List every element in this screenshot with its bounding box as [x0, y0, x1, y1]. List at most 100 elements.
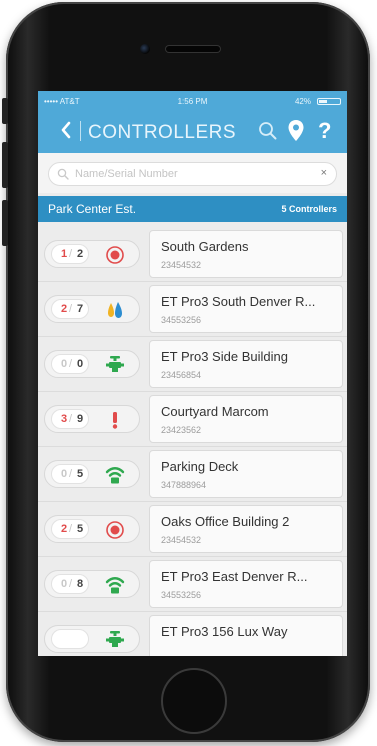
search-icon	[259, 122, 277, 140]
status-bar: ••••• AT&T 1:56 PM 42%	[38, 91, 347, 111]
app-screen: ••••• AT&T 1:56 PM 42% CONTROLLERS ? ×	[38, 91, 347, 656]
search-input[interactable]	[75, 166, 305, 182]
controller-row[interactable]: 0/0 ET Pro3 Side Building 23456854	[38, 337, 347, 392]
controller-row[interactable]: 2/ 5 Oaks Office Building 2 23454532	[38, 502, 347, 557]
status-pill[interactable]: 0/ 5	[44, 460, 140, 488]
controller-row[interactable]: / ET Pro3 156 Lux Way	[38, 612, 347, 656]
controller-name: Parking Deck	[161, 459, 239, 474]
group-name: Park Center Est.	[48, 202, 137, 216]
total-count: 7	[77, 303, 84, 315]
controller-name: Courtyard Marcom	[161, 404, 269, 419]
battery-icon	[317, 98, 341, 105]
active-count: 1	[61, 248, 68, 260]
nav-bar: CONTROLLERS ?	[38, 113, 347, 151]
controller-row[interactable]: 2/ 7 ET Pro3 South Denver R... 34553256	[38, 282, 347, 337]
active-count: 3	[61, 413, 68, 425]
controller-status: 3/ 9	[38, 392, 146, 446]
controller-status: 0/ 5	[38, 447, 146, 501]
alarm-counter: 3/ 9	[51, 409, 89, 429]
controller-status: 0/ 8	[38, 557, 146, 611]
status-pill[interactable]: 3/ 9	[44, 405, 140, 433]
controller-card[interactable]: ET Pro3 156 Lux Way	[149, 615, 343, 656]
home-button[interactable]	[161, 668, 227, 734]
controller-row[interactable]: 1/ 2 South Gardens 23454532	[38, 227, 347, 282]
status-pill[interactable]: 2/ 5	[44, 515, 140, 543]
controller-status: 0/0	[38, 337, 146, 391]
controller-list: 1/2 South Gardens 23454532 2/7 ET Pro3 South…	[38, 227, 347, 656]
counter-slash: /	[69, 358, 73, 370]
map-pin-icon	[288, 120, 304, 141]
counter-slash: /	[69, 468, 73, 480]
chevron-left-icon	[61, 121, 71, 139]
help-button[interactable]: ?	[318, 118, 331, 144]
group-header[interactable]: Park Center Est. 5 Controllers	[38, 196, 347, 222]
alarm-counter: 1/ 2	[51, 244, 89, 264]
controller-name: ET Pro3 156 Lux Way	[161, 624, 288, 639]
search-button[interactable]	[258, 121, 278, 146]
alarm-counter: /	[51, 629, 89, 649]
controller-card[interactable]: Parking Deck 347888964	[149, 450, 343, 498]
volume-up-button	[2, 142, 8, 188]
status-pill[interactable]: /	[44, 625, 140, 653]
controller-card[interactable]: ET Pro3 Side Building 23456854	[149, 340, 343, 388]
total-count: 8	[77, 578, 84, 590]
alarm-counter: 0/0	[51, 354, 89, 374]
alarm-counter: 2/ 7	[51, 299, 89, 319]
exclamation-icon	[105, 410, 125, 430]
nav-divider	[80, 121, 81, 141]
app-header: ••••• AT&T 1:56 PM 42% CONTROLLERS ?	[38, 91, 347, 153]
target-icon	[105, 245, 125, 265]
controller-name: Oaks Office Building 2	[161, 514, 290, 529]
controller-card[interactable]: ET Pro3 South Denver R... 34553256	[149, 285, 343, 333]
status-pill[interactable]: 0/0	[44, 350, 140, 378]
search-bar: ×	[38, 153, 347, 193]
map-button[interactable]	[287, 119, 305, 148]
back-button[interactable]	[60, 119, 74, 143]
wifi-icon	[105, 575, 125, 595]
counter-slash: /	[69, 578, 73, 590]
controller-card[interactable]: South Gardens 23454532	[149, 230, 343, 278]
controller-name: ET Pro3 East Denver R...	[161, 569, 308, 584]
controller-row[interactable]: 0/ 5 Parking Deck 347888964	[38, 447, 347, 502]
controller-name: ET Pro3 Side Building	[161, 349, 288, 364]
controller-card[interactable]: Oaks Office Building 2 23454532	[149, 505, 343, 553]
controller-card[interactable]: ET Pro3 East Denver R... 34553256	[149, 560, 343, 608]
total-count: 5	[77, 468, 84, 480]
clear-search-button[interactable]: ×	[321, 167, 327, 179]
search-field[interactable]: ×	[48, 162, 337, 186]
search-icon	[57, 168, 69, 180]
total-count: 0	[77, 358, 84, 370]
controller-serial: 347888964	[161, 480, 207, 490]
front-camera	[140, 44, 150, 54]
active-count: 0	[61, 468, 68, 480]
total-count: 5	[77, 523, 84, 535]
earpiece-speaker	[166, 46, 220, 52]
status-pill[interactable]: 2/ 7	[44, 295, 140, 323]
volume-down-button	[2, 200, 8, 246]
controller-count: 5 Controllers	[281, 204, 337, 214]
controller-status: 2/ 7	[38, 282, 146, 336]
valve-icon	[105, 630, 125, 650]
controller-serial: 23454532	[161, 535, 202, 545]
counter-slash: /	[69, 523, 73, 535]
controller-serial: 34553256	[161, 590, 202, 600]
counter-slash: /	[69, 303, 73, 315]
alarm-counter: 0/ 5	[51, 464, 89, 484]
status-pill[interactable]: 1/ 2	[44, 240, 140, 268]
active-count: 0	[61, 578, 68, 590]
controller-row[interactable]: 0/ 8 ET Pro3 East Denver R... 34553256	[38, 557, 347, 612]
controller-status: 1/ 2	[38, 227, 146, 281]
controller-serial: 34553256	[161, 315, 202, 325]
active-count: 0	[61, 358, 68, 370]
active-count: 2	[61, 303, 68, 315]
counter-slash: /	[69, 413, 73, 425]
status-pill[interactable]: 0/ 8	[44, 570, 140, 598]
page-title: CONTROLLERS	[88, 122, 237, 143]
controller-card[interactable]: Courtyard Marcom 23423562	[149, 395, 343, 443]
controller-row[interactable]: 3/ 9 Courtyard Marcom 23423562	[38, 392, 347, 447]
counter-slash: /	[69, 248, 73, 260]
alarm-counter: 0/ 8	[51, 574, 89, 594]
total-count: 2	[77, 248, 84, 260]
total-count: 9	[77, 413, 84, 425]
active-count: 2	[61, 523, 68, 535]
